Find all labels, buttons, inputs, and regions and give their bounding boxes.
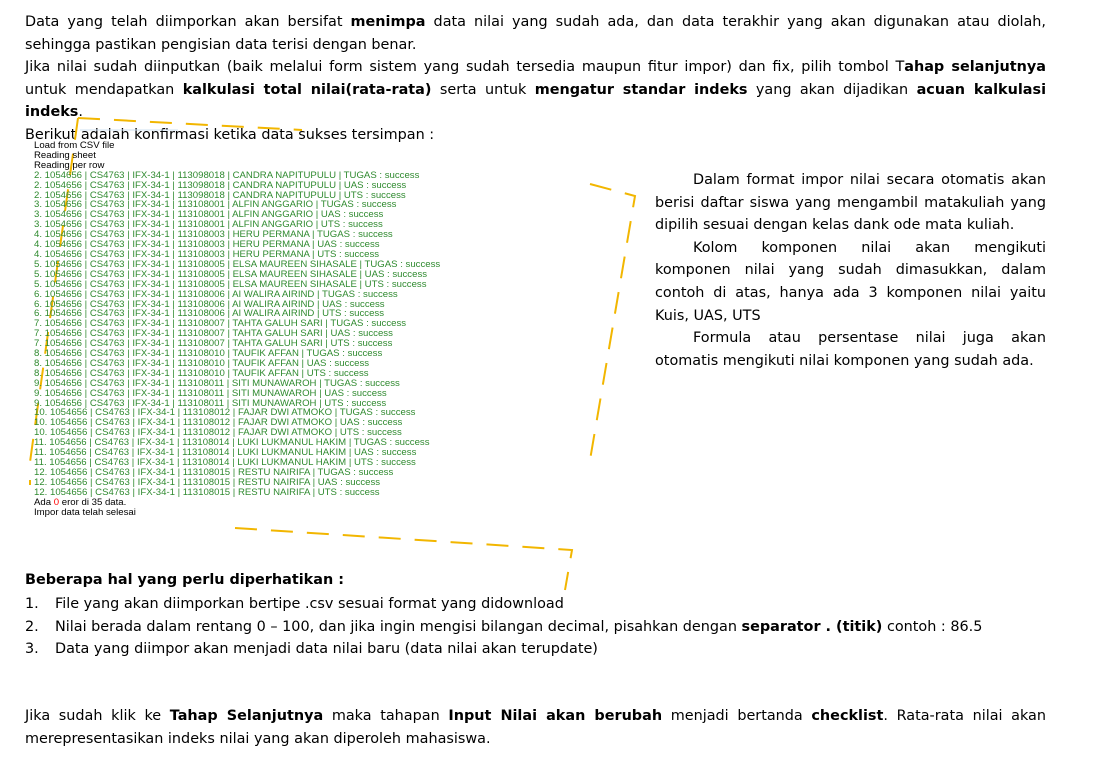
list-item: 1. File yang akan diimporkan bertipe .cs… (25, 593, 1046, 616)
side-paragraph-1: Dalam format impor nilai secara otomatis… (655, 172, 1046, 234)
list-bold-separator: separator . (titik) (741, 618, 883, 635)
notes-title: Beberapa hal yang perlu diperhatikan : (25, 572, 344, 588)
side-explanation: Dalam format impor nilai secara otomatis… (655, 169, 1046, 372)
final-paragraph: Jika sudah klik ke Tahap Selanjutnya mak… (25, 705, 1046, 750)
final-bold-checklist: checklist (811, 708, 884, 724)
list-item: 2. Nilai berada dalam rentang 0 – 100, d… (25, 616, 1046, 639)
import-log: Load from CSV file Reading sheet Reading p… (34, 141, 440, 517)
list-text: Nilai berada dalam rentang 0 – 100, dan … (55, 618, 742, 635)
list-text: File yang akan diimporkan bertipe .csv s… (55, 596, 564, 612)
final-text: maka tahapan (323, 708, 449, 724)
final-text: menjadi bertanda (662, 708, 812, 724)
list-item: 3. Data yang diimpor akan menjadi data n… (25, 638, 1046, 661)
log-done-line: Impor data telah selesai (34, 506, 136, 518)
final-bold-tahap: Tahap Selanjutnya (169, 708, 324, 724)
log-error-prefix: Ada (34, 496, 54, 508)
side-paragraph-2: Kolom komponen nilai akan mengikuti komp… (655, 239, 1046, 324)
list-number: 3. (25, 641, 39, 658)
side-paragraph-3: Formula atau persentase nilai juga akan … (655, 330, 1046, 369)
list-number: 1. (25, 596, 39, 612)
list-text: contoh : 86.5 (882, 618, 983, 635)
log-error-suffix: eror di 35 data. (59, 496, 127, 508)
notes-list: 1. File yang akan diimporkan bertipe .cs… (25, 593, 1046, 661)
log-row: 6. 1054656 | CS4763 | IFX-34-1 | 1131080… (34, 288, 398, 300)
final-bold-input: Input Nilai akan berubah (448, 708, 663, 724)
final-text: Jika sudah klik ke (25, 708, 170, 724)
list-number: 2. (25, 618, 39, 635)
list-text: Data yang diimpor akan menjadi data nila… (55, 641, 598, 658)
